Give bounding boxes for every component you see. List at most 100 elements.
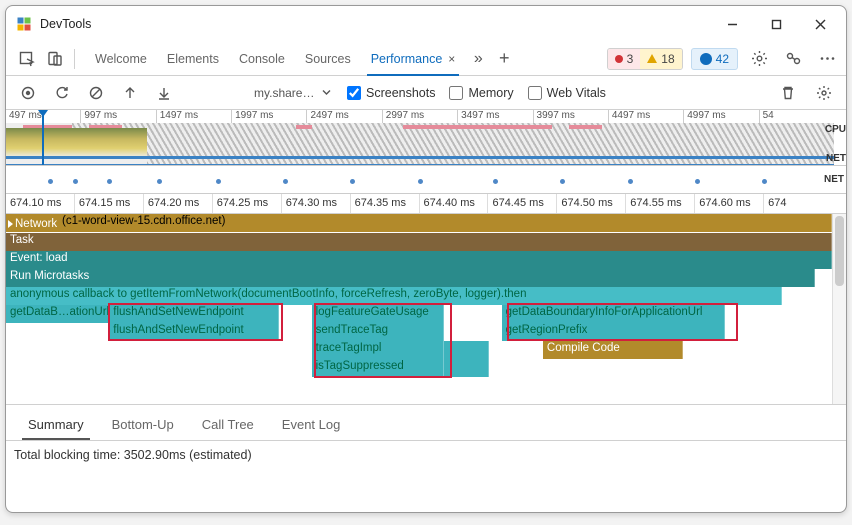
logfeature-bar[interactable]: logFeatureGateUsage xyxy=(312,305,444,323)
summary-footer: Total blocking time: 3502.90ms (estimate… xyxy=(6,440,846,469)
istagsuppressed-bar[interactable]: isTagSuppressed xyxy=(312,359,444,377)
timeline-overview[interactable]: 497 ms 997 ms 1497 ms 1997 ms 2497 ms 29… xyxy=(6,110,846,166)
error-dot-icon xyxy=(615,55,623,63)
tab-welcome[interactable]: Welcome xyxy=(85,42,157,76)
flush2-bar[interactable]: flushAndSetNewEndpoint xyxy=(109,323,278,341)
warnings-badge[interactable]: 18 xyxy=(640,49,681,69)
capture-settings-icon[interactable] xyxy=(810,79,838,107)
reload-record-button[interactable] xyxy=(48,79,76,107)
net-blob xyxy=(216,179,221,184)
getregion-bar[interactable]: getRegionPrefix xyxy=(502,323,725,341)
warnings-count: 18 xyxy=(661,52,674,66)
overview-network-row[interactable]: NET xyxy=(6,166,846,194)
record-button[interactable] xyxy=(14,79,42,107)
webvitals-input[interactable] xyxy=(528,86,542,100)
more-tabs-icon[interactable]: » xyxy=(467,50,489,68)
network-file-bar[interactable]: (c1-word-view-15.cdn.office.net) xyxy=(58,214,832,232)
overview-body xyxy=(6,123,834,165)
net-blob xyxy=(350,179,355,184)
tab-summary[interactable]: Summary xyxy=(14,409,98,440)
ruler-tick: 674.20 ms xyxy=(143,194,212,213)
flame-chart[interactable]: Network (c1-word-view-15.cdn.office.net)… xyxy=(6,214,846,404)
detail-ruler[interactable]: 674.10 ms 674.15 ms 674.20 ms 674.25 ms … xyxy=(6,194,846,214)
net-row-label: NET xyxy=(824,174,844,185)
total-blocking-time: Total blocking time: 3502.90ms (estimate… xyxy=(14,448,252,462)
errors-count: 3 xyxy=(627,52,634,66)
network-section-toggle[interactable]: Network xyxy=(6,214,58,232)
close-button[interactable] xyxy=(798,8,842,40)
target-url-text: my.sharep… xyxy=(254,86,318,100)
long-task-mark xyxy=(569,125,602,129)
compile-code-bar[interactable]: Compile Code xyxy=(543,341,683,359)
tab-eventlog[interactable]: Event Log xyxy=(268,409,355,440)
issues-badge-group[interactable]: 3 18 xyxy=(607,48,683,70)
checkbox-webvitals[interactable]: Web Vitals xyxy=(528,86,606,100)
download-button[interactable] xyxy=(150,79,178,107)
tab-performance[interactable]: Performance × xyxy=(361,42,466,76)
device-toggle-icon[interactable] xyxy=(42,46,68,72)
tab-label: Elements xyxy=(167,52,219,66)
run-microtasks-bar[interactable]: Run Microtasks xyxy=(6,269,815,287)
ruler-tick: 674.50 ms xyxy=(556,194,625,213)
flush-bar[interactable]: flushAndSetNewEndpoint xyxy=(109,305,278,323)
teal-small-bar2[interactable] xyxy=(444,359,489,377)
errors-badge[interactable]: 3 xyxy=(608,49,641,69)
maximize-button[interactable] xyxy=(754,8,798,40)
minimize-button[interactable] xyxy=(710,8,754,40)
screenshots-input[interactable] xyxy=(347,86,361,100)
ruler-tick: 674.30 ms xyxy=(281,194,350,213)
checkbox-screenshots[interactable]: Screenshots xyxy=(347,86,435,100)
expand-arrow-icon xyxy=(8,220,13,228)
tab-console[interactable]: Console xyxy=(229,42,295,76)
flame-scrollbar[interactable] xyxy=(832,214,846,404)
titlebar: DevTools xyxy=(6,6,846,42)
task-bar[interactable]: Task xyxy=(6,233,832,251)
section-label: Network xyxy=(15,218,57,230)
close-tab-icon[interactable]: × xyxy=(448,52,455,66)
main-toolbar: Welcome Elements Console Sources Perform… xyxy=(6,42,846,76)
tab-label: Sources xyxy=(305,52,351,66)
getdataboundary-bar[interactable]: getDataBoundaryInfoForApplicationUrl xyxy=(502,305,725,323)
tick: 3997 ms xyxy=(533,110,608,123)
separator xyxy=(74,49,75,69)
checkbox-memory[interactable]: Memory xyxy=(449,86,513,100)
info-badge[interactable]: 42 xyxy=(691,48,738,70)
anonymous-callback-bar[interactable]: anonymous callback to getItemFromNetwork… xyxy=(6,287,782,305)
panel-tabs: Welcome Elements Console Sources Perform… xyxy=(85,42,465,76)
activity-icon[interactable] xyxy=(780,46,806,72)
tab-bottomup[interactable]: Bottom-Up xyxy=(98,409,188,440)
ruler-tick: 674 xyxy=(763,194,832,213)
target-url-selector[interactable]: my.sharep… xyxy=(250,86,335,100)
getdata-bar[interactable]: getDataB…ationUrl xyxy=(6,305,109,323)
scroll-thumb[interactable] xyxy=(835,216,844,286)
info-count: 42 xyxy=(716,52,729,66)
info-bubble-icon xyxy=(700,53,712,65)
add-tab-button[interactable]: + xyxy=(491,48,517,69)
settings-icon[interactable] xyxy=(746,46,772,72)
more-menu-icon[interactable] xyxy=(814,46,840,72)
tick: 4997 ms xyxy=(683,110,758,123)
upload-button[interactable] xyxy=(116,79,144,107)
memory-input[interactable] xyxy=(449,86,463,100)
event-load-bar[interactable]: Event: load xyxy=(6,251,832,269)
tick: 3497 ms xyxy=(457,110,532,123)
tab-label: Performance xyxy=(371,52,443,66)
tab-elements[interactable]: Elements xyxy=(157,42,229,76)
teal-small-bar[interactable] xyxy=(444,341,489,359)
warning-triangle-icon xyxy=(647,54,657,63)
tab-calltree[interactable]: Call Tree xyxy=(188,409,268,440)
inspect-icon[interactable] xyxy=(14,46,40,72)
plus-glyph: + xyxy=(499,48,510,69)
tracetagimpl-bar[interactable]: traceTagImpl xyxy=(312,341,444,359)
net-blob xyxy=(695,179,700,184)
clear-button[interactable] xyxy=(82,79,110,107)
cpu-label: CPU xyxy=(825,124,846,135)
tick: 1997 ms xyxy=(231,110,306,123)
delete-recording-button[interactable] xyxy=(774,79,802,107)
window-controls xyxy=(710,8,842,40)
devtools-icon xyxy=(16,16,32,32)
overview-cursor-handle[interactable] xyxy=(38,110,48,117)
sendtrace-bar[interactable]: sendTraceTag xyxy=(312,323,444,341)
tab-sources[interactable]: Sources xyxy=(295,42,361,76)
net-label: NET xyxy=(826,153,846,164)
